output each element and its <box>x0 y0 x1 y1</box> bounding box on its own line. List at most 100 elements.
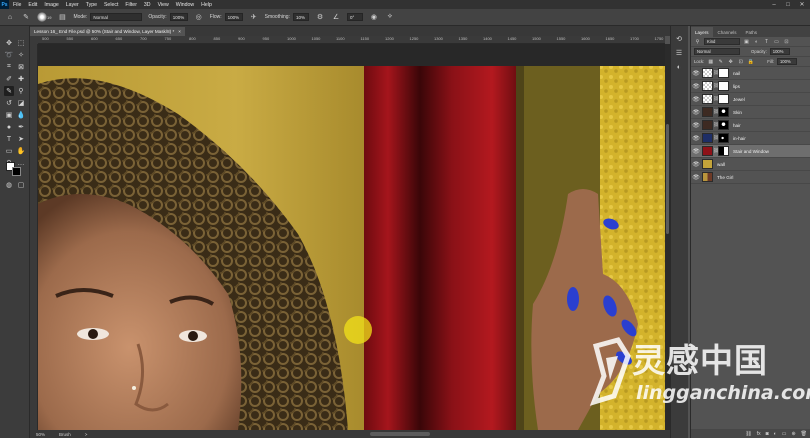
visibility-eye-icon[interactable]: 👁 <box>691 174 701 181</box>
crop-tool-icon[interactable]: ⌗ <box>4 62 14 72</box>
type-tool-icon[interactable]: T <box>4 134 14 144</box>
layer-mask-thumbnail[interactable] <box>718 68 729 78</box>
add-mask-icon[interactable]: ◙ <box>766 431 769 437</box>
dodge-tool-icon[interactable]: ● <box>4 122 14 132</box>
menu-select[interactable]: Select <box>104 2 118 8</box>
lock-transparent-icon[interactable]: ▦ <box>707 58 714 65</box>
maximize-button[interactable]: □ <box>782 0 794 9</box>
visibility-eye-icon[interactable]: 👁 <box>691 83 701 90</box>
pressure-size-icon[interactable]: ◉ <box>369 12 379 22</box>
layer-thumbnail[interactable] <box>702 107 713 117</box>
screen-mode-icon[interactable]: ▢ <box>16 180 26 190</box>
layer-mask-thumbnail[interactable] <box>718 81 729 91</box>
layer-row[interactable]: 👁 wall <box>691 158 810 171</box>
quick-select-tool-icon[interactable]: ✧ <box>16 50 26 60</box>
tab-layers[interactable]: Layers <box>691 27 713 37</box>
layer-mask-thumbnail[interactable] <box>718 133 729 143</box>
smoothing-field[interactable]: 10% <box>292 13 309 21</box>
home-icon[interactable]: ⌂ <box>5 12 15 22</box>
menu-type[interactable]: Type <box>86 2 97 8</box>
menu-image[interactable]: Image <box>44 2 58 8</box>
filter-kind-dropdown[interactable]: Kind <box>704 38 740 45</box>
menu-file[interactable]: File <box>13 2 21 8</box>
layer-thumbnail[interactable] <box>702 81 713 91</box>
lock-all-icon[interactable]: 🔒 <box>747 58 754 65</box>
layer-row[interactable]: 👁 ⛓ hair <box>691 119 810 132</box>
symmetry-icon[interactable]: ⟡ <box>385 12 395 22</box>
filter-pixel-icon[interactable]: ▣ <box>743 38 750 45</box>
eraser-tool-icon[interactable]: ◪ <box>16 98 26 108</box>
layer-thumbnail[interactable] <box>702 133 713 143</box>
layer-style-icon[interactable]: fx <box>757 431 761 437</box>
filter-smart-object-icon[interactable]: ⊡ <box>783 38 790 45</box>
opacity-field[interactable]: 100% <box>169 13 188 21</box>
new-group-icon[interactable]: ▭ <box>782 431 787 437</box>
marquee-tool-icon[interactable]: ⬚ <box>16 38 26 48</box>
history-panel-icon[interactable]: ⟲ <box>674 34 684 44</box>
eyedropper-tool-icon[interactable]: ✐ <box>4 74 14 84</box>
visibility-eye-icon[interactable]: 👁 <box>691 148 701 155</box>
layer-mask-thumbnail[interactable] <box>718 94 729 104</box>
layer-mask-thumbnail[interactable] <box>718 120 729 130</box>
fill-field[interactable]: 100% <box>776 58 797 65</box>
horizontal-scroll-thumb[interactable] <box>370 432 430 436</box>
menu-view[interactable]: View <box>158 2 169 8</box>
angle-icon[interactable]: ∠ <box>331 12 341 22</box>
menu-3d[interactable]: 3D <box>144 2 151 8</box>
layer-thumbnail[interactable] <box>702 146 713 156</box>
layer-thumbnail[interactable] <box>702 94 713 104</box>
minimize-button[interactable]: – <box>768 0 780 9</box>
layer-row[interactable]: 👁 ⛓ Jewel <box>691 93 810 106</box>
smoothing-settings-icon[interactable]: ⚙ <box>315 12 325 22</box>
vertical-scroll-thumb[interactable] <box>666 124 669 234</box>
airbrush-icon[interactable]: ✈ <box>249 12 259 22</box>
layer-row[interactable]: 👁 ⛓ Stair and Window <box>691 145 810 158</box>
status-arrow[interactable]: > <box>85 432 88 437</box>
link-layers-icon[interactable]: ⛓ <box>745 431 751 437</box>
visibility-eye-icon[interactable]: 👁 <box>691 161 701 168</box>
close-tab-icon[interactable]: × <box>178 29 181 34</box>
layer-row[interactable]: 👁 ⛓ in-hair <box>691 132 810 145</box>
lasso-tool-icon[interactable]: ➰ <box>4 50 14 60</box>
mode-dropdown[interactable]: Normal <box>90 13 143 21</box>
visibility-eye-icon[interactable]: 👁 <box>691 70 701 77</box>
frame-tool-icon[interactable]: ⊠ <box>16 62 26 72</box>
menu-layer[interactable]: Layer <box>66 2 79 8</box>
menu-window[interactable]: Window <box>176 2 194 8</box>
history-brush-tool-icon[interactable]: ↺ <box>4 98 14 108</box>
pressure-opacity-icon[interactable]: ◎ <box>194 12 204 22</box>
layer-row[interactable]: 👁 ⛓ Skin <box>691 106 810 119</box>
tab-paths[interactable]: Paths <box>742 27 762 37</box>
visibility-eye-icon[interactable]: 👁 <box>691 122 701 129</box>
hand-tool-icon[interactable]: ✋ <box>16 146 26 156</box>
adjustments-panel-icon[interactable]: ◐ <box>674 62 684 72</box>
brush-settings-icon[interactable]: ▤ <box>57 12 67 22</box>
layer-row[interactable]: 👁 The Girl <box>691 171 810 184</box>
angle-field[interactable]: 0° <box>346 13 363 21</box>
lock-artboard-icon[interactable]: ⊡ <box>737 58 744 65</box>
move-tool-icon[interactable]: ✥ <box>4 38 14 48</box>
lock-image-icon[interactable]: ✎ <box>717 58 724 65</box>
menu-help[interactable]: Help <box>201 2 212 8</box>
layer-thumbnail[interactable] <box>702 159 713 169</box>
layer-row[interactable]: 👁 ⛓ nail <box>691 67 810 80</box>
filter-shape-icon[interactable]: ▭ <box>773 38 780 45</box>
tab-channels[interactable]: Channels <box>714 27 741 37</box>
visibility-eye-icon[interactable]: 👁 <box>691 96 701 103</box>
filter-type-icon[interactable]: T <box>763 38 770 45</box>
rectangle-tool-icon[interactable]: ▭ <box>4 146 14 156</box>
document-tab[interactable]: Lesson 16_ End File.psd @ 50% (Stair and… <box>30 27 185 36</box>
close-window-button[interactable]: ✕ <box>796 0 808 9</box>
quick-mask-icon[interactable]: ◍ <box>4 180 14 190</box>
path-selection-tool-icon[interactable]: ➤ <box>16 134 26 144</box>
visibility-eye-icon[interactable]: 👁 <box>691 135 701 142</box>
brush-tool-active-icon[interactable]: ✎ <box>4 86 14 96</box>
filter-adjustment-icon[interactable]: ◐ <box>753 38 760 45</box>
new-layer-icon[interactable]: ⊕ <box>791 431 795 437</box>
layer-mask-thumbnail[interactable] <box>718 146 729 156</box>
gradient-tool-icon[interactable]: ▣ <box>4 110 14 120</box>
pen-tool-icon[interactable]: ✒ <box>16 122 26 132</box>
layer-mask-thumbnail[interactable] <box>718 107 729 117</box>
blend-mode-dropdown[interactable]: Normal <box>694 48 740 55</box>
clone-stamp-tool-icon[interactable]: ⚲ <box>16 86 26 96</box>
